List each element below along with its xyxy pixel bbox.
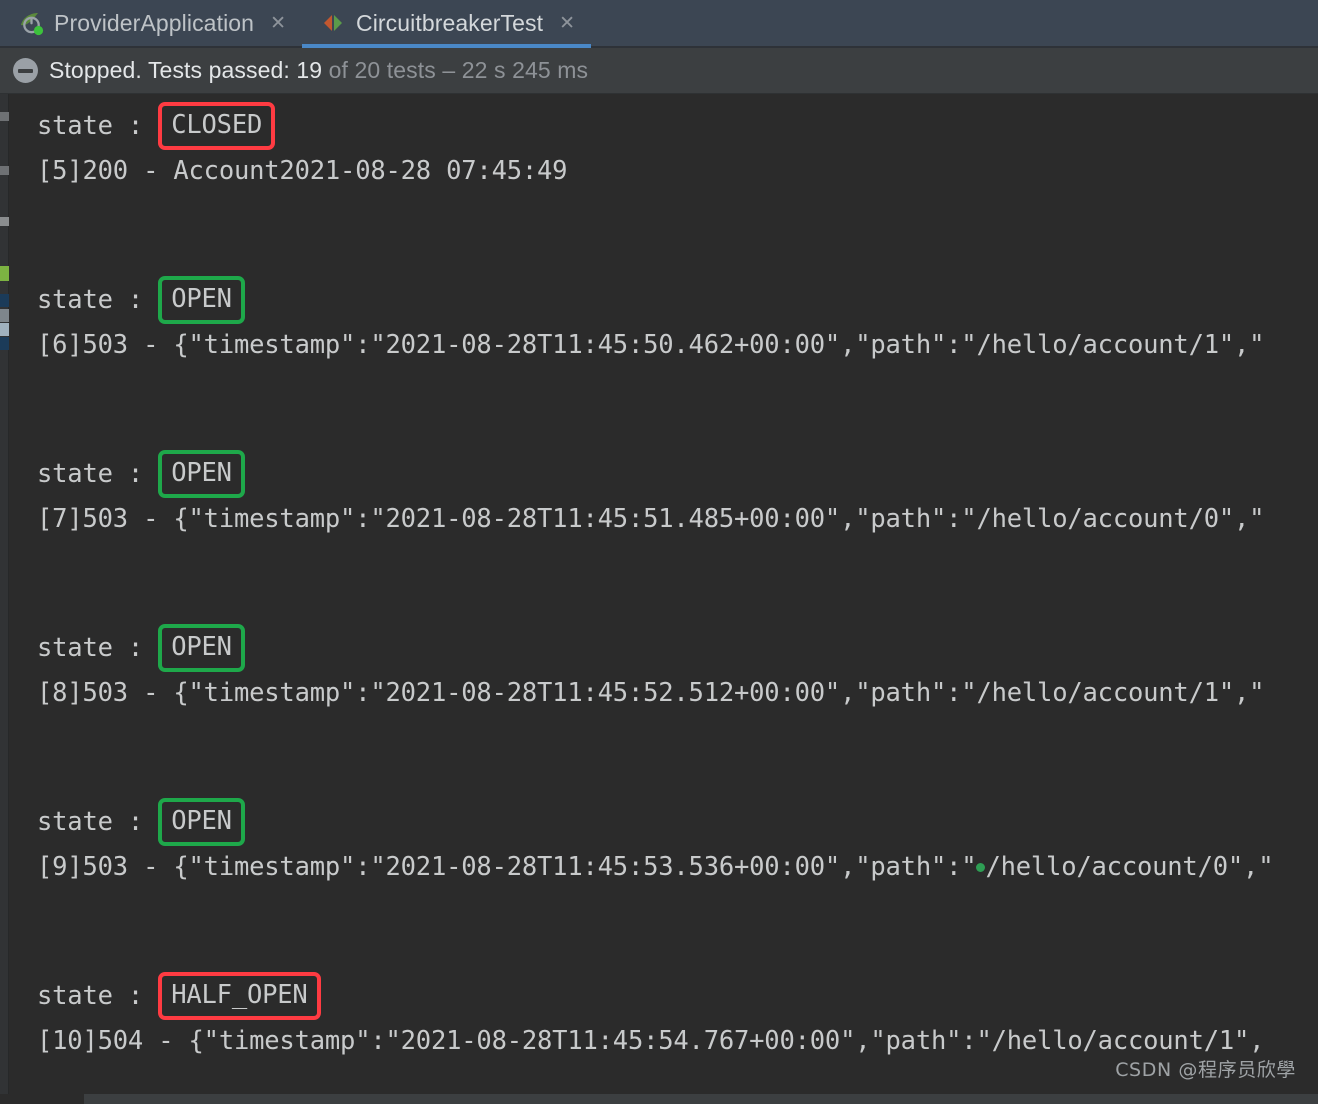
console-marker-gutter[interactable] bbox=[0, 94, 9, 1104]
junit-run-test-icon bbox=[320, 10, 346, 36]
log-line: [7]503 - {"timestamp":"2021-08-28T11:45:… bbox=[37, 504, 1265, 534]
log-line: [9]503 - {"timestamp":"2021-08-28T11:45:… bbox=[9, 846, 1318, 888]
run-configuration-tabbar: ProviderApplication ✕ CircuitbreakerTest… bbox=[0, 0, 1318, 48]
tab-close-icon[interactable]: ✕ bbox=[264, 14, 286, 33]
state-label: state : bbox=[37, 111, 159, 141]
console-block: state : HALF_OPEN [10]504 - {"timestamp":… bbox=[9, 972, 1318, 1062]
tab-close-icon[interactable]: ✕ bbox=[553, 14, 575, 33]
tab-provider-application[interactable]: ProviderApplication ✕ bbox=[0, 0, 302, 46]
status-secondary: of 20 tests – 22 s 245 ms bbox=[322, 57, 589, 83]
state-line: state : OPEN bbox=[9, 450, 1318, 498]
run-tool-window: ProviderApplication ✕ CircuitbreakerTest… bbox=[0, 0, 1318, 1104]
test-status-text: Stopped. Tests passed: 19 of 20 tests – … bbox=[49, 57, 588, 84]
state-line: state : HALF_OPEN bbox=[9, 972, 1318, 1020]
console-bottom-strip bbox=[0, 1094, 1318, 1104]
gutter-marker[interactable] bbox=[0, 112, 9, 121]
state-value-badge: OPEN bbox=[158, 798, 245, 846]
console-blank-lines bbox=[9, 888, 1318, 972]
console-blank-lines bbox=[9, 192, 1318, 276]
gutter-marker[interactable] bbox=[0, 217, 9, 226]
state-value-badge: OPEN bbox=[158, 624, 245, 672]
state-label: state : bbox=[37, 459, 159, 489]
console-block: state : CLOSED [5]200 - Account2021-08-28… bbox=[9, 102, 1318, 192]
bottom-strip-left-cap bbox=[0, 1094, 84, 1104]
console-blank-lines bbox=[9, 714, 1318, 798]
gutter-marker[interactable] bbox=[0, 337, 9, 350]
console-block: state : OPEN [8]503 - {"timestamp":"2021-… bbox=[9, 624, 1318, 714]
tab-label: ProviderApplication bbox=[54, 9, 255, 36]
gutter-marker[interactable] bbox=[0, 166, 9, 175]
state-value-badge: CLOSED bbox=[158, 102, 276, 150]
state-line: state : CLOSED bbox=[9, 102, 1318, 150]
console-block: state : OPEN [6]503 - {"timestamp":"2021-… bbox=[9, 276, 1318, 366]
state-value-badge: HALF_OPEN bbox=[158, 972, 321, 1020]
gutter-marker[interactable] bbox=[0, 266, 9, 281]
state-value-badge: OPEN bbox=[158, 276, 245, 324]
stopped-icon bbox=[13, 58, 38, 83]
state-label: state : bbox=[37, 807, 159, 837]
log-line: [6]503 - {"timestamp":"2021-08-28T11:45:… bbox=[37, 330, 1265, 360]
state-line: state : OPEN bbox=[9, 624, 1318, 672]
test-status-bar: Stopped. Tests passed: 19 of 20 tests – … bbox=[0, 48, 1318, 94]
state-label: state : bbox=[37, 633, 159, 663]
console-blank-lines bbox=[9, 540, 1318, 624]
log-line-text: [9]503 - {"timestamp":"2021-08-28T11:45:… bbox=[37, 852, 977, 882]
console-blank-lines bbox=[9, 366, 1318, 450]
console-block: state : OPEN [7]503 - {"timestamp":"2021-… bbox=[9, 450, 1318, 540]
gutter-marker[interactable] bbox=[0, 294, 9, 307]
console-area: state : CLOSED [5]200 - Account2021-08-28… bbox=[0, 94, 1318, 1104]
log-line-text: /hello/account/0"," bbox=[985, 852, 1274, 882]
state-label: state : bbox=[37, 285, 159, 315]
tab-circuitbreaker-test[interactable]: CircuitbreakerTest ✕ bbox=[301, 0, 592, 48]
console-output[interactable]: state : CLOSED [5]200 - Account2021-08-28… bbox=[9, 94, 1318, 1104]
gutter-marker[interactable] bbox=[0, 323, 9, 336]
state-line: state : OPEN bbox=[9, 276, 1318, 324]
console-block: state : OPEN [9]503 - {"timestamp":"2021-… bbox=[9, 798, 1318, 888]
spring-boot-leaf-icon bbox=[18, 10, 44, 36]
log-line: [8]503 - {"timestamp":"2021-08-28T11:45:… bbox=[37, 678, 1265, 708]
gutter-marker[interactable] bbox=[0, 309, 9, 322]
tab-label: CircuitbreakerTest bbox=[355, 9, 544, 36]
state-value-badge: OPEN bbox=[158, 450, 245, 498]
status-primary: Stopped. Tests passed: 19 bbox=[49, 57, 323, 83]
state-label: state : bbox=[37, 981, 159, 1011]
state-line: state : OPEN bbox=[9, 798, 1318, 846]
csdn-watermark: CSDN @程序员欣學 bbox=[1115, 1059, 1296, 1081]
log-line: [5]200 - Account2021-08-28 07:45:49 bbox=[37, 156, 568, 186]
